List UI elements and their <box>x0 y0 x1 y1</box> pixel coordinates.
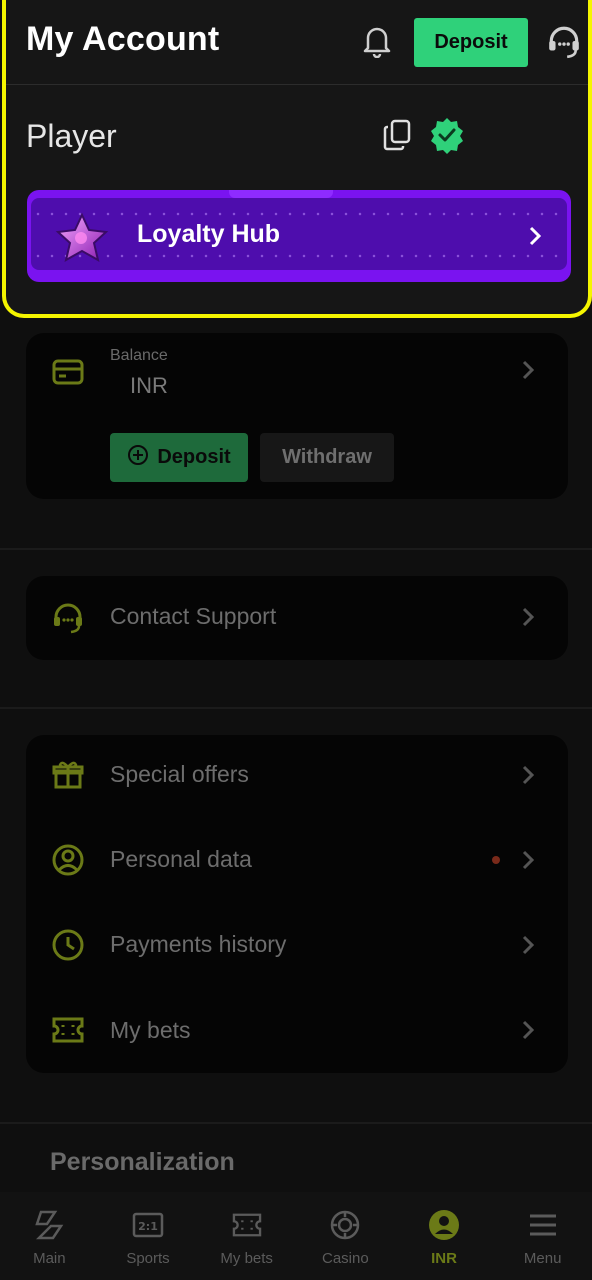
header-deposit-label: Deposit <box>434 31 508 53</box>
plus-circle-icon <box>127 444 149 472</box>
player-name: Player <box>26 118 117 154</box>
balance-value: INR <box>130 373 168 398</box>
bottom-nav: Main 2:1 Sports My bets Casino INR Menu <box>0 1192 592 1280</box>
headset-icon <box>50 600 86 636</box>
ticket-icon <box>230 1208 264 1242</box>
nav-item-casino[interactable]: Casino <box>296 1192 395 1280</box>
hamburger-icon <box>528 1208 558 1242</box>
nav-label: Sports <box>126 1250 170 1267</box>
header-deposit-button[interactable]: Deposit <box>414 18 528 67</box>
nav-label: INR <box>431 1250 457 1267</box>
decorative-dots <box>31 254 567 258</box>
chevron-right-icon <box>522 360 535 385</box>
menu-item-label: Payments history <box>110 931 287 957</box>
loyalty-hub-banner[interactable]: Loyalty Hub <box>27 190 571 282</box>
menu-item-label: My bets <box>110 1017 191 1043</box>
withdraw-label: Withdraw <box>282 446 372 468</box>
account-icon <box>428 1208 460 1242</box>
chevron-right-icon <box>522 607 535 632</box>
chevron-right-icon <box>522 850 535 875</box>
divider <box>0 1122 592 1124</box>
nav-label: My bets <box>220 1250 273 1267</box>
casino-chip-icon <box>329 1208 361 1242</box>
balance-card[interactable]: Balance INR Deposit Withdraw <box>26 333 568 499</box>
nav-item-menu[interactable]: Menu <box>493 1192 592 1280</box>
chevron-right-icon <box>522 935 535 960</box>
decorative-dots <box>31 212 567 216</box>
account-header-highlight: My Account Deposit Player Loyalty Hub <box>2 0 592 318</box>
chevron-right-icon <box>522 1020 535 1045</box>
sports-icon: 2:1 <box>132 1208 164 1242</box>
gift-icon <box>50 757 86 793</box>
nav-item-account[interactable]: INR <box>395 1192 494 1280</box>
svg-text:2:1: 2:1 <box>138 1220 158 1233</box>
withdraw-button[interactable]: Withdraw <box>260 433 394 482</box>
balance-deposit-button[interactable]: Deposit <box>110 433 248 482</box>
main-icon <box>33 1208 65 1242</box>
ticket-icon <box>50 1012 86 1048</box>
nav-label: Casino <box>322 1250 369 1267</box>
nav-label: Main <box>33 1250 66 1267</box>
account-menu-card: Special offers Personal data Payments hi… <box>26 735 568 1073</box>
loyalty-tab-accent <box>229 190 333 198</box>
divider <box>0 548 592 550</box>
nav-item-sports[interactable]: 2:1 Sports <box>99 1192 198 1280</box>
notification-dot <box>492 856 500 864</box>
personalization-title: Personalization <box>50 1148 235 1176</box>
nav-item-my-bets[interactable]: My bets <box>197 1192 296 1280</box>
bell-icon[interactable] <box>362 24 392 63</box>
divider <box>0 707 592 709</box>
menu-item-label: Personal data <box>110 846 252 872</box>
loyalty-hub-label: Loyalty Hub <box>137 220 281 248</box>
nav-label: Menu <box>523 1250 562 1267</box>
deposit-label: Deposit <box>157 446 231 468</box>
chevron-right-icon <box>529 226 542 251</box>
verified-badge-icon <box>428 116 466 159</box>
nav-item-main[interactable]: Main <box>0 1192 99 1280</box>
copy-icon[interactable] <box>382 118 412 157</box>
support-headset-icon[interactable] <box>546 24 582 65</box>
loyalty-inner <box>31 198 567 270</box>
header-divider <box>6 84 588 85</box>
contact-support-row[interactable]: Contact Support <box>26 576 568 660</box>
contact-support-label: Contact Support <box>110 603 277 629</box>
user-circle-icon <box>50 842 86 878</box>
balance-label: Balance <box>110 347 168 364</box>
chevron-right-icon <box>522 765 535 790</box>
menu-item-label: Special offers <box>110 761 249 787</box>
credit-card-icon <box>52 359 84 390</box>
page-title: My Account <box>26 20 220 58</box>
star-icon <box>53 212 111 269</box>
clock-icon <box>50 927 86 963</box>
